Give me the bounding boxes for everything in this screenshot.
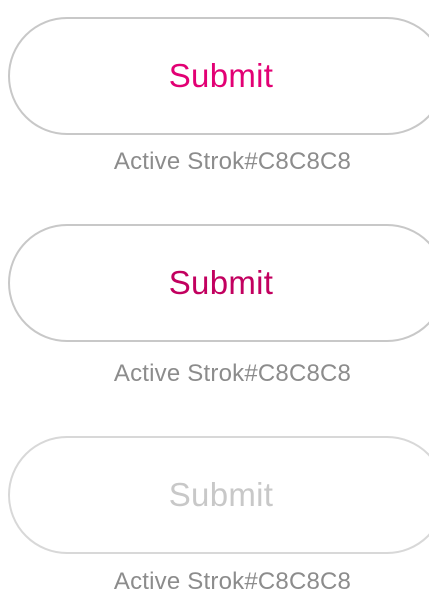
submit-button-label: Submit bbox=[168, 57, 274, 94]
submit-button-disabled[interactable]: Submit bbox=[8, 436, 429, 554]
submit-button-pressed[interactable]: Submit bbox=[8, 224, 429, 342]
submit-button-label: Submit bbox=[168, 476, 274, 513]
submit-button-default[interactable]: Submit bbox=[8, 17, 429, 135]
state-caption: Active Strok#C8C8C8 bbox=[113, 360, 352, 387]
state-caption: Active Strok#C8C8C8 bbox=[113, 568, 352, 595]
submit-button-label: Submit bbox=[168, 264, 274, 301]
state-caption: Active Strok#C8C8C8 bbox=[113, 148, 352, 175]
button-states-canvas: Submit Active Strok#C8C8C8 Submit Active… bbox=[0, 0, 429, 606]
